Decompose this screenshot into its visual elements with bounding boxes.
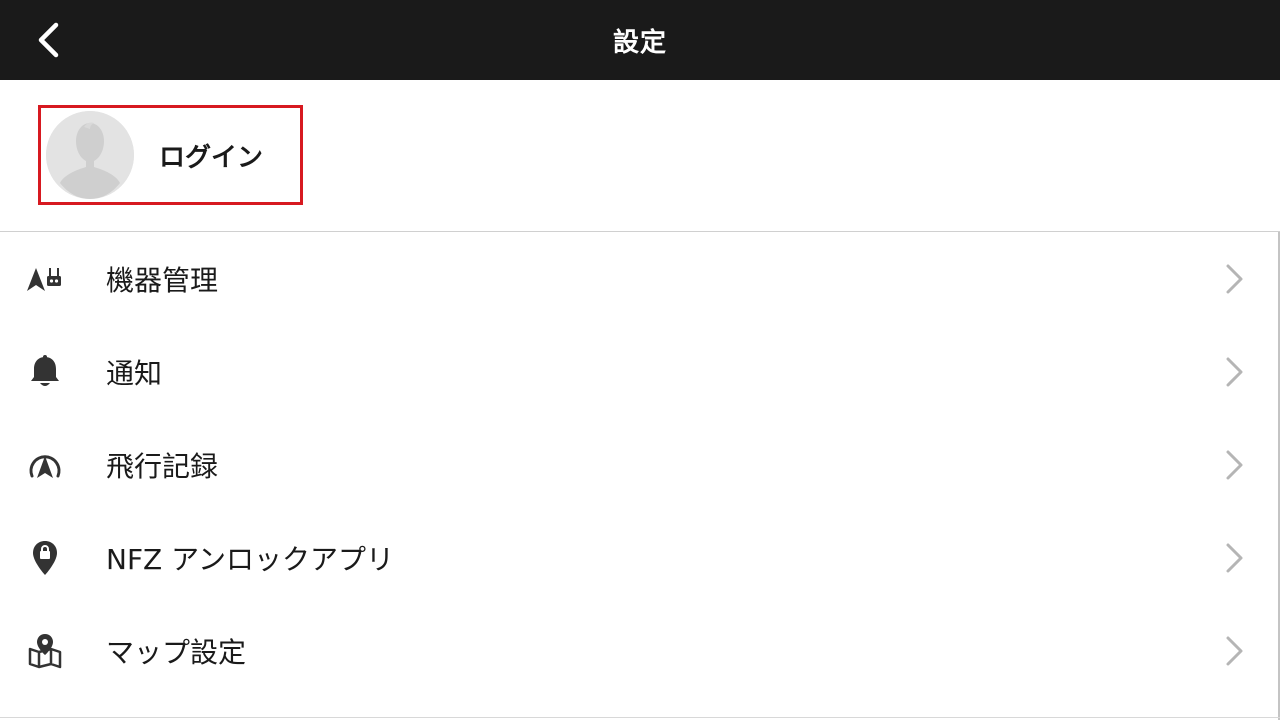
- chevron-right-icon: [1226, 543, 1243, 572]
- chevron-right-icon: [1226, 636, 1243, 665]
- menu-item-label: 通知: [106, 356, 163, 390]
- profile-section: ログイン: [0, 80, 1280, 231]
- menu-item-label: 飛行記録: [106, 449, 219, 483]
- settings-menu: 機器管理 通知 飛行記録 NFZ アンロックアプリ マップ設定: [0, 232, 1278, 697]
- login-button[interactable]: ログイン: [38, 105, 303, 205]
- user-silhouette-icon: [46, 111, 134, 199]
- avatar: [46, 111, 134, 199]
- chevron-right-icon: [1226, 264, 1243, 293]
- login-label: ログイン: [159, 142, 264, 173]
- menu-item-nfz-unlock[interactable]: NFZ アンロックアプリ: [0, 511, 1278, 604]
- page-title: 設定: [612, 27, 667, 58]
- menu-item-notifications[interactable]: 通知: [0, 325, 1278, 418]
- drone-controller-icon: [27, 267, 61, 291]
- menu-item-map-settings[interactable]: マップ設定: [0, 604, 1278, 697]
- menu-item-label: NFZ アンロックアプリ: [106, 542, 395, 576]
- chevron-left-icon: [38, 22, 59, 58]
- chevron-right-icon: [1226, 450, 1243, 479]
- flight-record-icon: [29, 454, 61, 478]
- menu-item-flight-records[interactable]: 飛行記録: [0, 418, 1278, 511]
- map-pin-icon: [28, 633, 62, 668]
- top-bar: 設定: [0, 0, 1280, 80]
- divider: [0, 717, 1280, 718]
- chevron-right-icon: [1226, 357, 1243, 386]
- bell-icon: [31, 354, 59, 386]
- menu-item-label: 機器管理: [106, 263, 219, 297]
- back-button[interactable]: [26, 16, 70, 64]
- menu-item-device-management[interactable]: 機器管理: [0, 232, 1278, 325]
- menu-item-label: マップ設定: [106, 635, 247, 669]
- location-lock-icon: [33, 540, 57, 575]
